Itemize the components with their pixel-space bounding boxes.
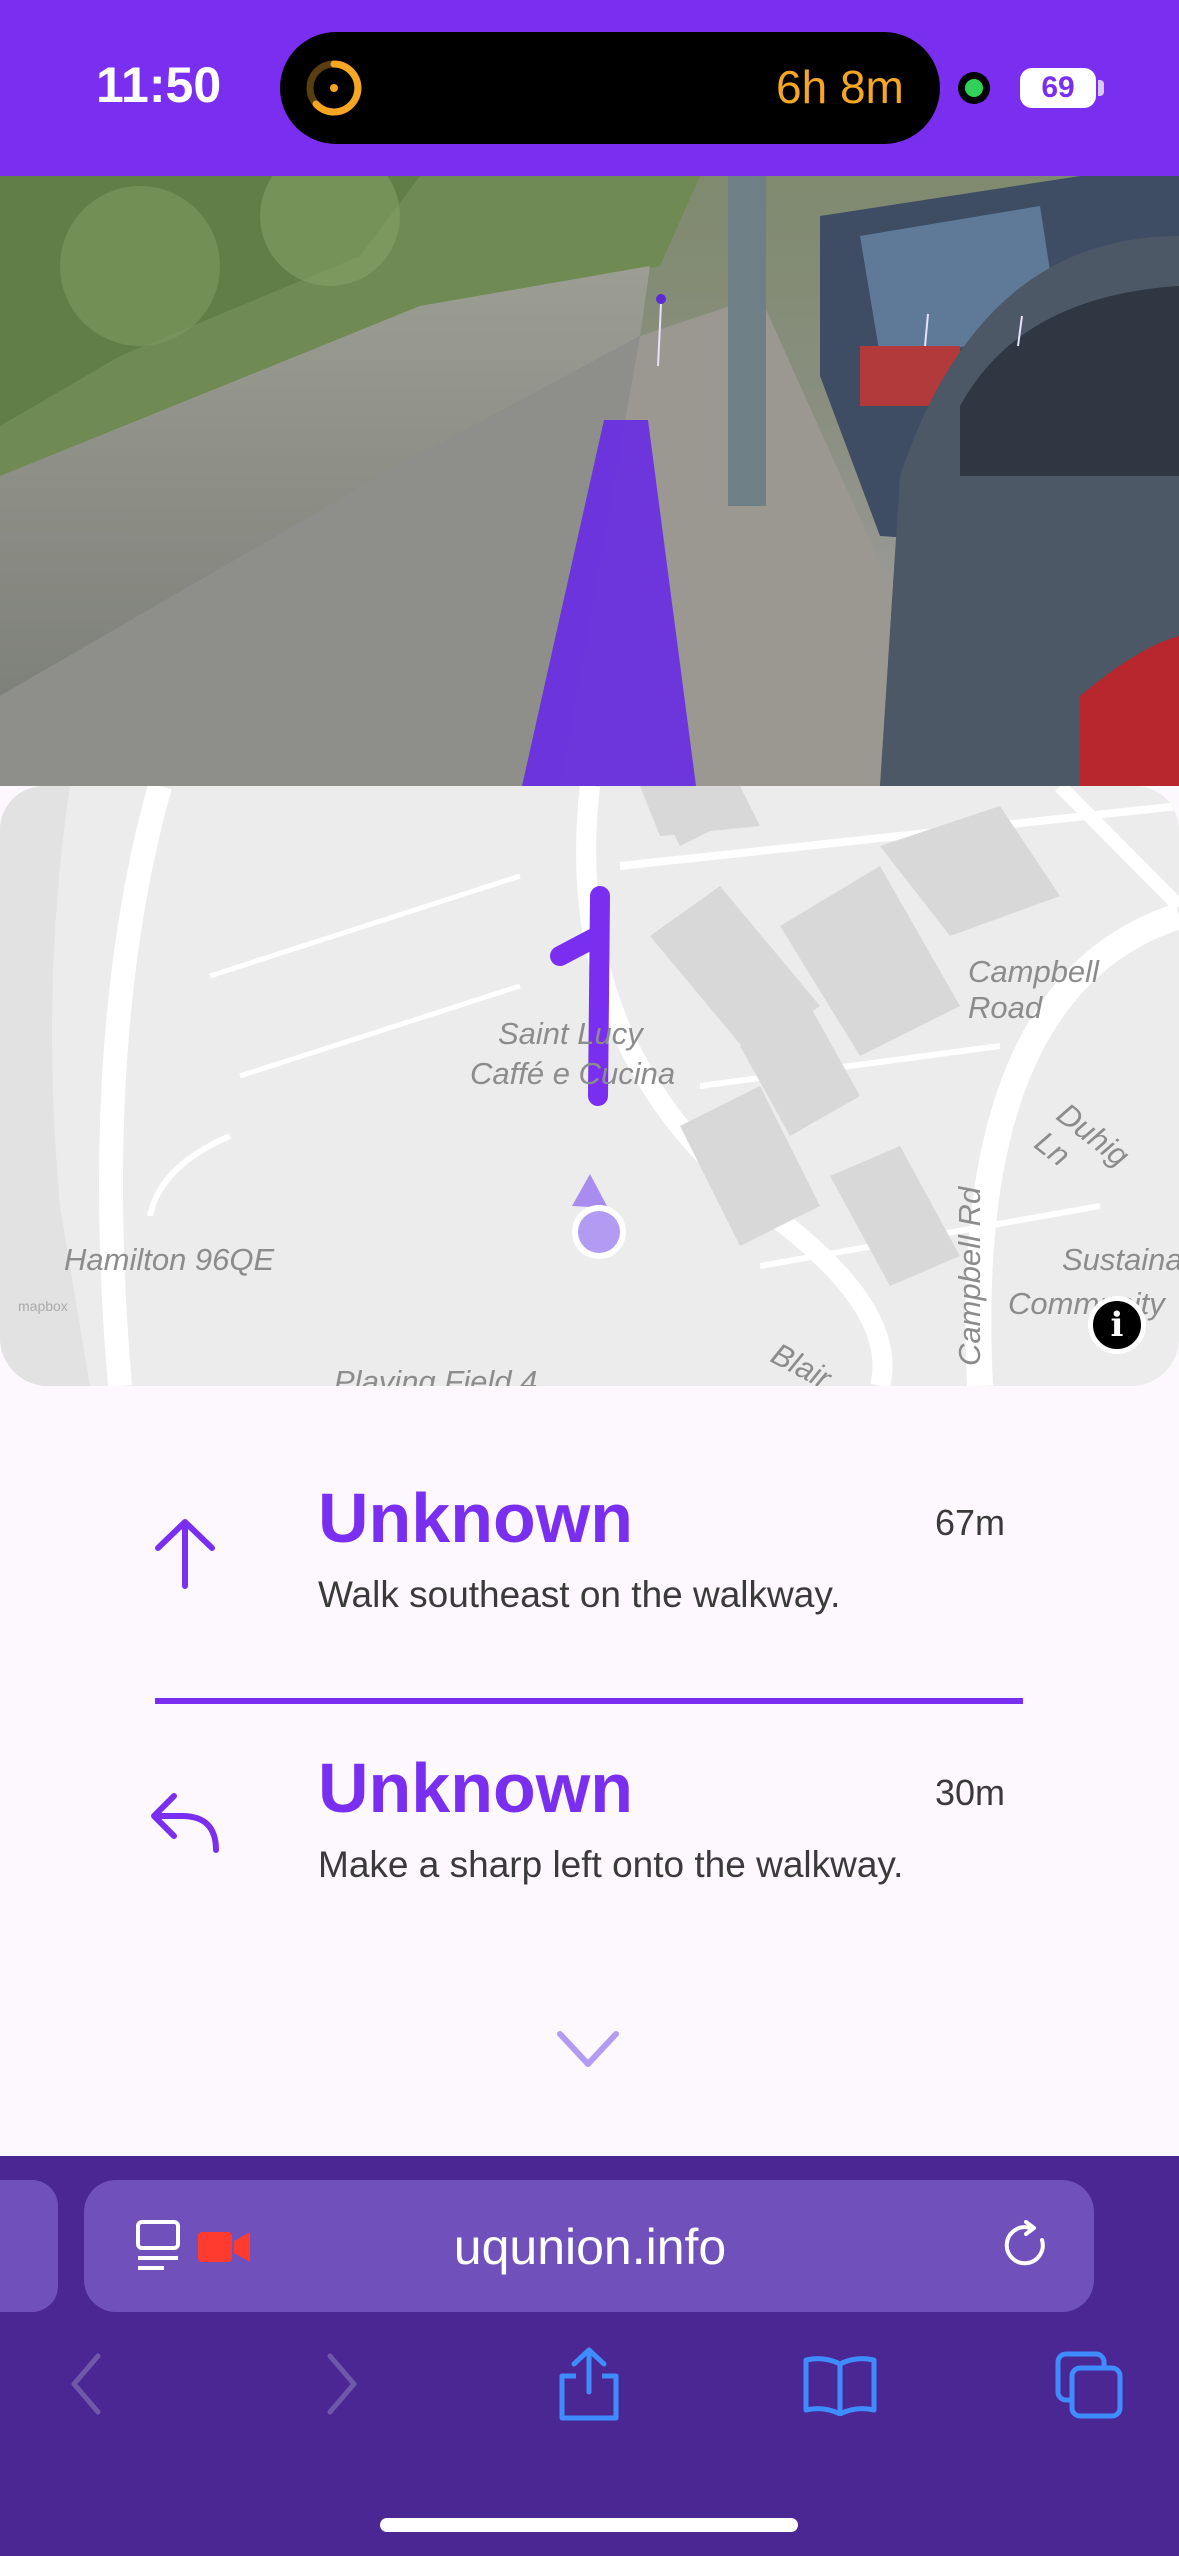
arrow-up-icon [155, 1519, 215, 1589]
camera-in-use-indicator [958, 72, 990, 104]
map-label: Sustaina [1062, 1242, 1179, 1277]
reader-view-icon[interactable] [134, 2218, 184, 2274]
map-label: Campbell Rd [952, 1186, 987, 1366]
back-icon[interactable] [66, 2352, 106, 2416]
url-text[interactable]: uqunion.info [420, 2218, 760, 2276]
step-2-description: Make a sharp left onto the walkway. [318, 1844, 904, 1885]
timer-icon [306, 60, 362, 116]
battery-indicator: 69 [1020, 68, 1096, 108]
bookmarks-icon[interactable] [802, 2354, 878, 2416]
forward-icon[interactable] [322, 2352, 362, 2416]
step-1-street: Unknown [318, 1479, 633, 1557]
timer-text: 6h 8m [776, 61, 904, 113]
home-indicator[interactable] [380, 2518, 798, 2532]
map-label: Caffé e Cucina [470, 1056, 676, 1091]
reload-icon[interactable] [1004, 2220, 1052, 2272]
step-divider [155, 1698, 1023, 1704]
share-icon[interactable] [556, 2346, 622, 2422]
mapbox-logo[interactable]: mapbox [18, 1298, 68, 1314]
tabs-icon[interactable] [1054, 2350, 1124, 2420]
battery-tip [1098, 80, 1104, 96]
map-label: Hamilton 96QE [64, 1242, 275, 1277]
status-time: 11:50 [96, 57, 222, 113]
chevron-down-icon[interactable] [556, 2030, 620, 2070]
map-label: Playing Field 4 [334, 1364, 538, 1386]
camera-ar-view [0, 176, 1179, 786]
map-view[interactable]: Campbell Road Saint Lucy Caffé e Cucina … [0, 786, 1179, 1386]
previous-tab-peek[interactable] [0, 2180, 58, 2312]
map-label: Saint Lucy [498, 1016, 643, 1051]
sharp-left-arrow-icon [151, 1793, 219, 1853]
step-2-distance: 30m [934, 1772, 1005, 1813]
step-1-distance: 67m [934, 1502, 1005, 1543]
camera-scene [0, 176, 1179, 786]
map-info-button[interactable]: i [1088, 1296, 1146, 1354]
step-2-street: Unknown [318, 1749, 633, 1827]
step-1-description: Walk southeast on the walkway. [318, 1574, 841, 1615]
camera-recording-icon[interactable] [198, 2230, 250, 2264]
map-label: Campbell Road [968, 954, 1099, 1025]
